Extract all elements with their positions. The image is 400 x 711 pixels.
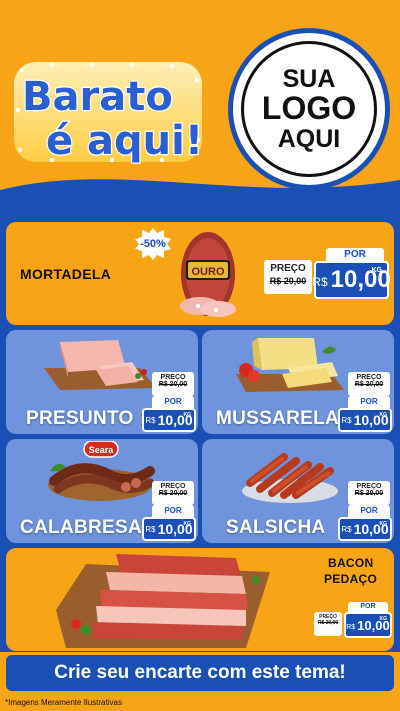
- currency: R$: [312, 275, 328, 289]
- preco-label: PREÇO: [160, 483, 186, 490]
- mussarela-image: [236, 338, 344, 392]
- price-box: R$ 10,00 KG: [338, 408, 392, 432]
- logo-line3: AQUI: [277, 124, 341, 153]
- unit: KG: [379, 521, 388, 527]
- price-tag-mortadela: PREÇO R$ 20,00 POR R$ 10,00 KG: [264, 248, 391, 306]
- por-label: POR: [152, 396, 194, 408]
- old-price: R$ 20,00: [158, 490, 188, 497]
- product-card-mussarela[interactable]: MUSSARELA PREÇO R$ 20,00 POR R$ 10,00 KG: [202, 330, 394, 434]
- price-box: R$ 10,00 KG: [338, 517, 392, 541]
- product-name: CALABRESA: [20, 517, 142, 538]
- price-tag-salsicha: PREÇO R$ 20,00 POR R$ 10,00 KG: [338, 481, 392, 541]
- currency: R$: [341, 525, 352, 534]
- calabresa-image: Seara: [48, 441, 155, 501]
- create-flyer-button[interactable]: Crie seu encarte com este tema!: [6, 655, 394, 691]
- mortadela-brand-text: OURO: [192, 266, 225, 278]
- bacon-image: [56, 554, 270, 648]
- preco-label: PREÇO: [270, 263, 306, 274]
- price-tag-calabresa: PREÇO R$ 20,00 POR R$ 10,00 KG: [142, 481, 196, 541]
- mortadela-image: OURO: [180, 232, 236, 317]
- product-card-bacon[interactable]: BACON PEDAÇO PREÇO R$ 20,00 POR R$ 10,00…: [6, 548, 394, 651]
- product-name: PRESUNTO: [26, 408, 134, 429]
- old-price: R$ 20,00: [158, 381, 188, 388]
- preco-label: PREÇO: [356, 374, 382, 381]
- por-label: POR: [152, 505, 194, 517]
- old-price: R$ 20,00: [269, 276, 307, 286]
- currency: R$: [346, 624, 356, 631]
- product-card-calabresa[interactable]: Seara CALABRESA PREÇO R$ 20,00 POR R$ 10…: [6, 439, 198, 543]
- unit: KG: [183, 521, 192, 527]
- preco-box: PREÇO R$ 20,00: [152, 372, 194, 396]
- logo-inner: SUA LOGO AQUI: [241, 41, 377, 177]
- preco-box: PREÇO R$ 20,00: [348, 481, 390, 505]
- preco-label: PREÇO: [160, 374, 186, 381]
- product-card-mortadela[interactable]: MORTADELA OURO PREÇO R$ 20,00 POR R$ 10,…: [6, 222, 394, 325]
- preco-box: PREÇO R$ 20,00: [152, 481, 194, 505]
- header: Barato é aqui! SUA LOGO AQUI: [0, 0, 400, 215]
- salsicha-image: [242, 453, 338, 503]
- price-box: R$ 10,00 KG: [344, 612, 392, 638]
- product-name: MUSSARELA: [216, 408, 340, 429]
- product-card-salsicha[interactable]: SALSICHA PREÇO R$ 20,00 POR R$ 10,00 KG: [202, 439, 394, 543]
- unit: KG: [379, 412, 388, 418]
- old-price: R$ 20,00: [354, 490, 384, 497]
- currency: R$: [145, 416, 156, 425]
- product-name-line1: BACON: [328, 556, 374, 570]
- price-tag-bacon: PREÇO R$ 20,00 POR R$ 10,00 KG: [314, 602, 392, 642]
- por-label: POR: [326, 248, 384, 262]
- product-name: MORTADELA: [20, 266, 112, 282]
- price-box: R$ 10,00 KG: [142, 408, 196, 432]
- por-label: POR: [348, 505, 390, 517]
- brand-line2: é aqui!: [46, 118, 203, 164]
- old-price: R$ 20,00: [354, 381, 384, 388]
- por-label: POR: [348, 396, 390, 408]
- logo-placeholder: SUA LOGO AQUI: [228, 28, 390, 190]
- product-name-line2: PEDAÇO: [324, 572, 378, 586]
- footnote: *Imagens Meramente Ilustrativas: [0, 694, 400, 711]
- price-box: R$ 10,00 KG: [312, 261, 391, 299]
- old-price: R$ 20,00: [317, 620, 339, 626]
- preco-box: PREÇO R$ 20,00: [314, 612, 342, 636]
- unit: KG: [371, 267, 383, 274]
- product-card-presunto[interactable]: PRESUNTO PREÇO R$ 20,00 POR R$ 10,00 KG: [6, 330, 198, 434]
- preco-box: PREÇO R$ 20,00: [264, 260, 312, 294]
- product-name: SALSICHA: [226, 517, 326, 538]
- price-tag-mussarela: PREÇO R$ 20,00 POR R$ 10,00 KG: [338, 372, 392, 432]
- por-label: POR: [348, 602, 388, 612]
- currency: R$: [341, 416, 352, 425]
- calabresa-brand-text: Seara: [89, 445, 115, 455]
- currency: R$: [145, 525, 156, 534]
- preco-label: PREÇO: [356, 483, 382, 490]
- brand-line1: Barato: [22, 74, 173, 120]
- unit: KG: [183, 412, 192, 418]
- preco-box: PREÇO R$ 20,00: [348, 372, 390, 396]
- logo-line2: LOGO: [261, 90, 357, 127]
- discount-label: -50%: [140, 238, 166, 250]
- price-tag-presunto: PREÇO R$ 20,00 POR R$ 10,00 KG: [142, 372, 196, 432]
- brand-logo: Barato é aqui!: [14, 62, 204, 165]
- price-box: R$ 10,00 KG: [142, 517, 196, 541]
- unit: KG: [379, 616, 388, 622]
- logo-line1: SUA: [282, 64, 336, 93]
